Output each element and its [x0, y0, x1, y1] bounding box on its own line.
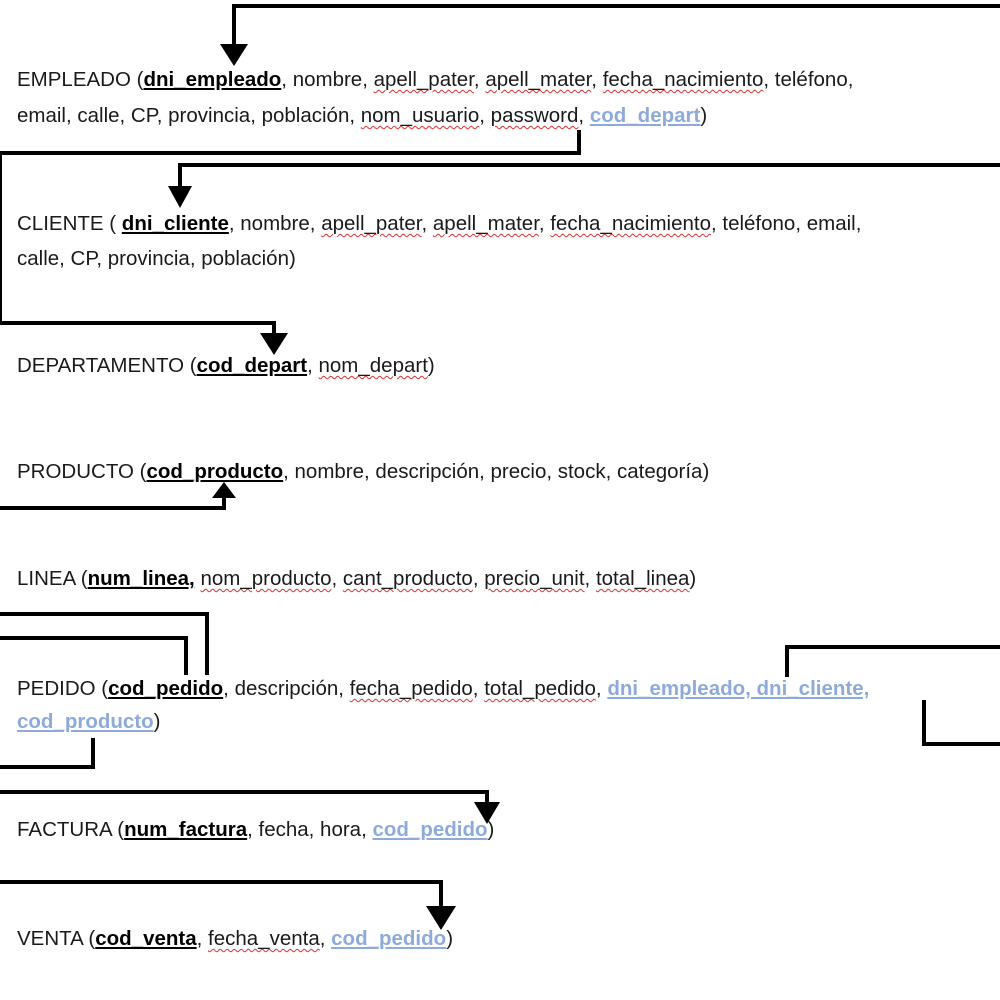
arrow-to-dni-cliente	[178, 163, 1000, 190]
venta-primary-key: cod_venta	[95, 927, 197, 950]
factura-foreign-key: cod_pedido	[372, 818, 488, 841]
linea-text: ,	[472, 567, 485, 590]
factura-line: FACTURA (num_factura, fecha, hora, cod_p…	[17, 818, 494, 842]
venta-text: )	[446, 927, 454, 950]
producto-line: PRODUCTO (cod_producto, nombre, descripc…	[17, 460, 709, 484]
departamento-text: ,	[307, 354, 319, 377]
linea-attribute: precio_unit	[484, 567, 585, 590]
line-linea-to-pedido-1	[0, 612, 209, 675]
line-linea-to-pedido-2	[0, 636, 188, 675]
linea-text: )	[689, 567, 697, 590]
cliente-text: ,	[538, 212, 551, 235]
empleado-attribute: apell_pater	[373, 68, 474, 91]
arrow-to-factura-cod-pedido	[0, 790, 489, 806]
cliente-primary-key: dni_cliente	[121, 212, 229, 235]
producto-primary-key: cod_producto	[146, 460, 284, 483]
linea-text: LINEA (	[17, 567, 88, 590]
departamento-line: DEPARTAMENTO (cod_depart, nom_depart)	[17, 354, 435, 378]
cliente-attribute: apell_mater	[432, 212, 539, 235]
pedido-line-1: PEDIDO (cod_pedido, descripción, fecha_p…	[17, 677, 869, 701]
empleado-text: email, calle, CP, provincia, población,	[17, 104, 361, 127]
empleado-line-2: email, calle, CP, provincia, población, …	[17, 104, 707, 128]
cliente-text: calle, CP, provincia, población)	[17, 247, 296, 270]
empleado-attribute: password	[490, 104, 579, 127]
cliente-text: , teléfono, email,	[710, 212, 862, 235]
pedido-attribute: fecha_pedido	[349, 677, 473, 700]
arrowhead-cod-producto	[212, 482, 236, 498]
factura-text: , fecha, hora,	[247, 818, 373, 841]
empleado-line-1: EMPLEADO (dni_empleado, nombre, apell_pa…	[17, 68, 853, 92]
cliente-text: ,	[421, 212, 433, 235]
empleado-text: ,	[591, 68, 603, 91]
line-pedido-dni-empleado	[785, 645, 1000, 677]
linea-attribute: nom_producto	[200, 567, 332, 590]
linea-attribute: total_linea	[595, 567, 690, 590]
empleado-attribute: fecha_nacimiento	[602, 68, 764, 91]
arrow-to-dni-empleado	[232, 4, 1000, 48]
line-pedido-cod-producto	[0, 738, 95, 769]
pedido-text: ,	[595, 677, 608, 700]
empleado-text: EMPLEADO (	[17, 68, 144, 91]
producto-text: PRODUCTO (	[17, 460, 147, 483]
cliente-attribute: apell_pater	[321, 212, 422, 235]
empleado-text: ,	[473, 68, 486, 91]
empleado-primary-key: dni_empleado	[143, 68, 282, 91]
arrow-to-venta-cod-pedido	[0, 880, 443, 910]
cliente-line-1: CLIENTE ( dni_cliente, nombre, apell_pat…	[17, 212, 861, 236]
cliente-text: , nombre,	[228, 212, 322, 235]
relationship-arrows	[0, 4, 1000, 930]
venta-foreign-key: cod_pedido	[331, 927, 447, 950]
pedido-primary-key: cod_pedido	[108, 677, 224, 700]
pedido-foreign-key: dni_empleado, dni_cliente,	[607, 677, 870, 700]
producto-text: , nombre, descripción, precio, stock, ca…	[283, 460, 710, 483]
empleado-text: )	[700, 104, 708, 127]
pedido-text: ,	[472, 677, 485, 700]
pedido-foreign-key: cod_producto	[17, 710, 154, 733]
arrow-to-cod-producto	[0, 492, 226, 510]
arrowhead-dni-cliente	[168, 186, 192, 208]
linea-attribute: cant_producto	[342, 567, 473, 590]
factura-text: )	[487, 818, 495, 841]
cliente-attribute: fecha_nacimiento	[550, 212, 711, 235]
departamento-attribute: nom_depart	[318, 354, 428, 377]
linea-text: ,	[584, 567, 596, 590]
pedido-text: )	[153, 710, 161, 733]
pedido-text: PEDIDO (	[17, 677, 109, 700]
departamento-text: )	[427, 354, 435, 377]
cliente-text: CLIENTE (	[17, 212, 122, 235]
empleado-text: , teléfono,	[763, 68, 854, 91]
linea-text: ,	[331, 567, 343, 590]
venta-text: ,	[319, 927, 332, 950]
linea-line: LINEA (num_linea, nom_producto, cant_pro…	[17, 567, 696, 591]
pedido-attribute: total_pedido	[484, 677, 596, 700]
departamento-primary-key: cod_depart	[196, 354, 308, 377]
factura-text: FACTURA (	[17, 818, 125, 841]
empleado-text: , nombre,	[281, 68, 374, 91]
empleado-text: ,	[479, 104, 491, 127]
linea-primary-key: num_linea,	[87, 567, 195, 590]
arrowhead-dni-empleado	[220, 44, 248, 66]
line-pedido-dni-cliente	[922, 700, 1000, 746]
factura-primary-key: num_factura	[124, 818, 248, 841]
cliente-line-2: calle, CP, provincia, población)	[17, 247, 296, 271]
venta-text: ,	[196, 927, 209, 950]
venta-line: VENTA (cod_venta, fecha_venta, cod_pedid…	[17, 927, 453, 951]
departamento-text: DEPARTAMENTO (	[17, 354, 197, 377]
pedido-line-2: cod_producto)	[17, 710, 161, 734]
arrowhead-cod-depart	[260, 333, 288, 355]
venta-attribute: fecha_venta	[208, 927, 320, 950]
empleado-attribute: apell_mater	[485, 68, 592, 91]
empleado-foreign-key: cod_depart	[589, 104, 701, 127]
empleado-attribute: nom_usuario	[360, 104, 480, 127]
venta-text: VENTA (	[17, 927, 96, 950]
empleado-text: ,	[578, 104, 590, 127]
pedido-text: , descripción,	[223, 677, 350, 700]
